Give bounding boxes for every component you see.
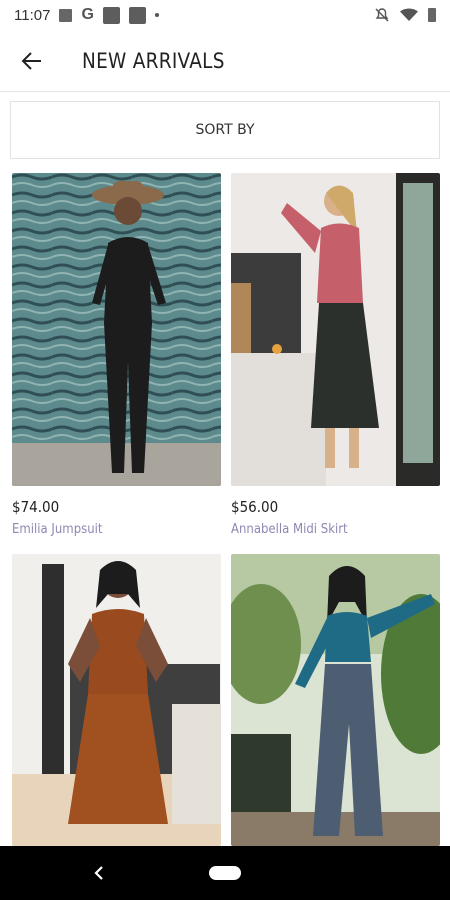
status-bar: 11:07 G: [0, 0, 450, 30]
product-image[interactable]: [12, 173, 221, 486]
sort-by-button[interactable]: SORT BY: [10, 101, 440, 159]
app-bar: NEW ARRIVALS: [0, 30, 450, 92]
sort-by-label: SORT BY: [195, 122, 255, 138]
battery-icon: [428, 8, 436, 22]
back-button[interactable]: [14, 43, 50, 79]
wifi-icon: [400, 8, 418, 21]
app-icon: [102, 6, 120, 24]
product-card[interactable]: $56.00 Annabella Midi Skirt: [231, 173, 440, 537]
nav-back-icon[interactable]: [90, 863, 110, 883]
dot-icon: [154, 13, 159, 17]
product-image[interactable]: [231, 173, 440, 486]
status-time: 11:07: [14, 6, 51, 24]
app-icon: [128, 6, 146, 24]
product-price: $74.00: [12, 498, 60, 516]
google-icon: G: [81, 6, 94, 23]
product-image[interactable]: [12, 554, 221, 846]
mute-icon: [375, 8, 389, 22]
page-title: NEW ARRIVALS: [82, 48, 225, 73]
product-name[interactable]: Emilia Jumpsuit: [12, 522, 200, 537]
product-card[interactable]: [231, 554, 440, 846]
arrow-left-icon: [21, 51, 41, 70]
image-icon: [59, 8, 73, 22]
product-card[interactable]: [12, 554, 221, 846]
product-name[interactable]: Annabella Midi Skirt: [231, 522, 419, 537]
product-image[interactable]: [231, 554, 440, 846]
product-price: $56.00: [231, 498, 279, 516]
system-nav-bar: [0, 846, 450, 900]
home-pill-icon[interactable]: [209, 866, 241, 880]
product-card[interactable]: $74.00 Emilia Jumpsuit: [12, 173, 221, 537]
